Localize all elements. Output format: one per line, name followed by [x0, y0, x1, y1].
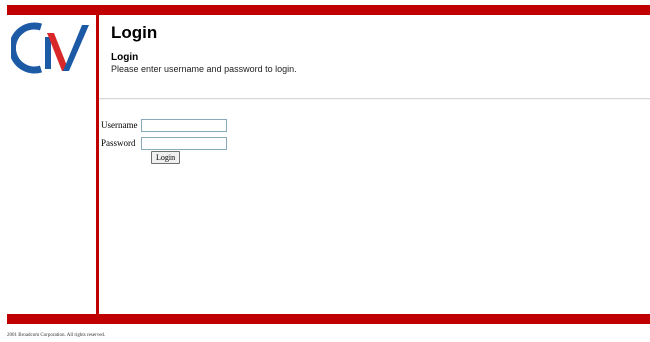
login-button[interactable]: Login	[151, 151, 181, 164]
password-label: Password	[101, 138, 136, 148]
bottom-accent-bar	[7, 314, 650, 324]
cn-logo-icon	[11, 22, 89, 74]
header-separator	[99, 98, 650, 100]
left-sidebar	[7, 15, 96, 314]
username-input[interactable]	[141, 118, 227, 132]
login-page: Login Login Please enter username and pa…	[0, 0, 650, 342]
password-input[interactable]	[141, 136, 227, 150]
login-form: Username Password Login	[101, 116, 227, 164]
page-title: Login	[111, 23, 158, 42]
username-row: Username	[101, 116, 227, 134]
top-accent-bar	[7, 5, 650, 15]
login-instructions: Please enter username and password to lo…	[111, 64, 297, 74]
password-row: Password	[101, 134, 227, 152]
username-label: Username	[101, 120, 138, 130]
footer-copyright: 2001 Broadcom Corporation. All rights re…	[7, 333, 106, 338]
vertical-divider	[96, 15, 99, 314]
section-title: Login	[111, 52, 139, 63]
page-header: Login Login Please enter username and pa…	[111, 22, 631, 75]
